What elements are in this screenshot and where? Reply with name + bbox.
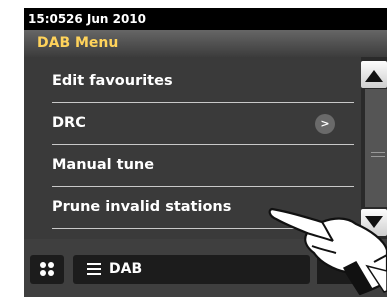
pointing-hand-icon	[268, 207, 387, 296]
